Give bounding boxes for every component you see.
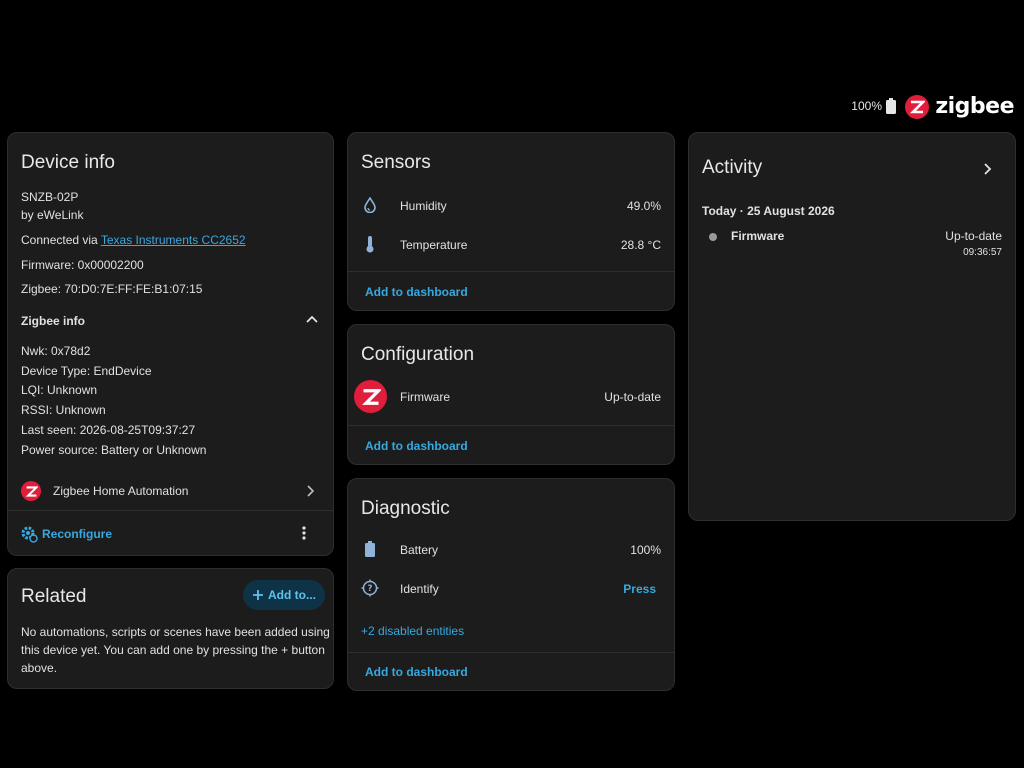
zigbee-rssi: RSSI: Unknown [21,403,106,417]
configuration-divider [348,425,674,426]
zigbee-last-seen: Last seen: 2026-08-25T09:37:27 [21,423,196,437]
sensors-card: Sensors Humidity 49.0% Temperature 28.8 … [347,132,675,311]
reconfigure-button[interactable]: Reconfigure [20,523,112,545]
firmware-update-row[interactable]: Firmware Up-to-date [348,380,674,414]
coordinator-link[interactable]: Texas Instruments CC2652 [101,233,246,247]
top-bar: 100% zigbee [0,94,1024,120]
gear-sync-icon [21,526,38,543]
related-empty-text-1: No automations, scripts or scenes have b… [21,625,330,639]
water-drop-icon [361,196,379,214]
zigbee-logo-icon [905,94,930,119]
related-empty-text-2: this device yet. You can add one by pres… [21,643,325,657]
configuration-title: Configuration [361,344,475,365]
identify-icon: ? [361,579,379,597]
reconfigure-label: Reconfigure [42,527,113,541]
battery-value: 100% [630,543,661,557]
diagnostic-card: Diagnostic Battery 100% ? Identify Press… [347,478,675,691]
disabled-entities-link[interactable]: +2 disabled entities [361,624,464,638]
activity-title: Activity [702,157,763,178]
zigbee-info-expander[interactable]: Zigbee info [8,305,333,335]
humidity-row[interactable]: Humidity 49.0% [348,193,674,219]
zigbee-nwk: Nwk: 0x78d2 [21,344,91,358]
device-model: SNZB-02P [21,190,79,204]
battery-status: 100% [851,98,896,114]
humidity-value: 49.0% [626,199,661,213]
sensors-add-to-dashboard[interactable]: Add to dashboard [365,285,468,299]
svg-text:?: ? [368,584,373,594]
battery-icon [361,540,379,558]
identify-row: ? Identify Press [348,576,674,602]
device-info-card: Device info SNZB-02P by eWeLink Connecte… [7,132,334,556]
add-to-button[interactable]: Add to... [243,580,325,610]
zigbee-power-source: Power source: Battery or Unknown [21,443,207,457]
chevron-right-icon[interactable] [984,163,992,175]
identify-label: Identify [400,582,439,596]
zigbee-lqi: LQI: Unknown [21,383,98,397]
activity-dot [709,233,717,241]
related-card: Related Add to... No automations, script… [7,568,334,689]
diagnostic-add-to-dashboard[interactable]: Add to dashboard [365,665,468,679]
battery-label: Battery [400,543,439,557]
chevron-right-icon[interactable] [307,485,315,497]
zigbee-info-title: Zigbee info [21,314,85,328]
sensors-title: Sensors [361,152,431,173]
activity-date: Today · 25 August 2026 [702,204,835,218]
zigbee-ieee: Zigbee: 70:D0:7E:FF:FE:B1:07:15 [21,282,203,296]
device-info-title: Device info [21,152,115,173]
firmware-version: Firmware: 0x00002200 [21,258,144,272]
activity-card: Activity Today · 25 August 2026 Firmware… [688,132,1016,521]
related-title: Related [21,586,87,607]
battery-row[interactable]: Battery 100% [348,537,674,563]
battery-percent: 100% [851,99,882,113]
more-vertical-icon[interactable] [302,526,306,540]
activity-entry[interactable]: Firmware Up-to-date 09:36:57 [689,225,1015,261]
sensors-divider [348,271,674,272]
diagnostic-divider [348,652,674,653]
chevron-up-icon[interactable] [306,315,318,323]
temperature-row[interactable]: Temperature 28.8 °C [348,232,674,258]
activity-entry-state: Up-to-date [945,229,1002,243]
zigbee-brand-logo: zigbee [905,94,1014,119]
diagnostic-title: Diagnostic [361,498,450,519]
connected-via: Connected via Texas Instruments CC2652 [21,233,246,247]
activity-entry-time: 09:36:57 [963,247,1002,258]
device-info-divider [8,510,333,511]
zigbee-wordmark: zigbee [935,94,1014,119]
add-to-label: Add to... [268,588,316,602]
activity-entry-name: Firmware [731,229,785,243]
identify-press-button[interactable]: Press [623,582,656,596]
zigbee-device-type: Device Type: EndDevice [21,364,152,378]
integration-label: Zigbee Home Automation [53,484,189,498]
thermometer-icon [361,235,379,253]
humidity-label: Humidity [400,199,447,213]
configuration-card: Configuration Firmware Up-to-date Add to… [347,324,675,465]
plus-icon [253,590,263,600]
temperature-label: Temperature [400,238,468,252]
device-manufacturer: by eWeLink [21,208,84,222]
integration-row[interactable]: Zigbee Home Automation [8,475,333,507]
zigbee-logo-icon [21,481,41,501]
zigbee-logo-icon [354,380,387,413]
connected-via-label: Connected via [21,233,101,247]
related-empty-text-3: above. [21,661,58,675]
temperature-value: 28.8 °C [620,238,661,252]
firmware-state: Up-to-date [604,390,661,404]
battery-icon [886,98,896,114]
firmware-label: Firmware [400,390,450,404]
configuration-add-to-dashboard[interactable]: Add to dashboard [365,439,468,453]
